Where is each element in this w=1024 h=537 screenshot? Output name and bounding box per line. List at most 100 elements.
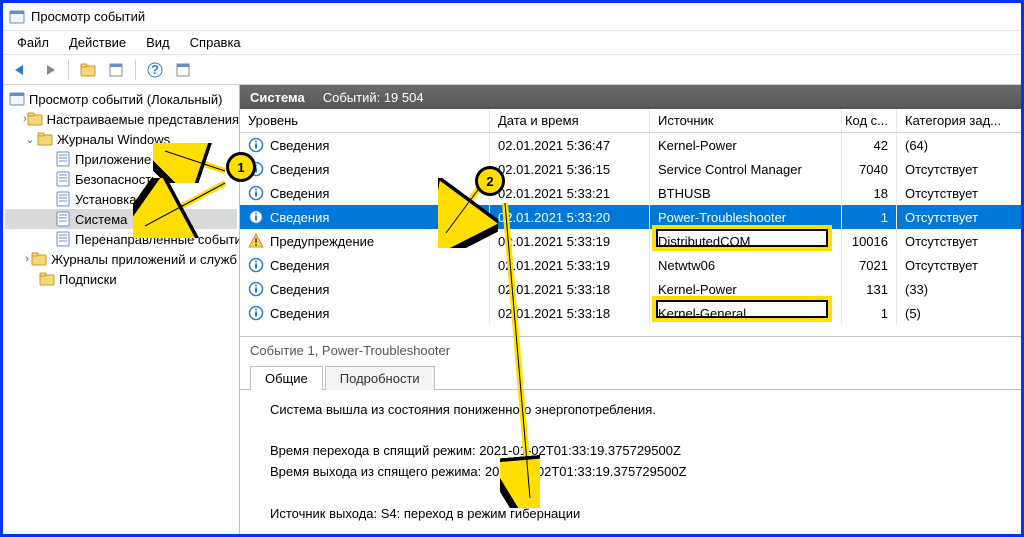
cell-category: Отсутствует xyxy=(897,181,1021,205)
expand-icon[interactable]: › xyxy=(23,253,31,265)
info-icon xyxy=(248,281,264,297)
tree-app-services[interactable]: › Журналы приложений и служб xyxy=(5,249,237,269)
menu-action[interactable]: Действие xyxy=(59,33,136,52)
level-text: Сведения xyxy=(270,138,329,153)
collapse-icon[interactable]: ⌄ xyxy=(23,133,37,146)
folder-icon xyxy=(39,271,55,287)
tree-label: Приложение xyxy=(75,152,151,167)
col-level[interactable]: Уровень xyxy=(240,109,490,132)
cell-source: Netwtw06 xyxy=(650,253,842,277)
tree-label: Журналы приложений и служб xyxy=(51,252,237,267)
cell-date: 02.01.2021 5:36:47 xyxy=(490,133,650,157)
event-row[interactable]: Предупреждение02.01.2021 5:33:19Distribu… xyxy=(240,229,1021,253)
tree-label: Перенаправленные события xyxy=(75,232,240,247)
tree-label: Подписки xyxy=(59,272,117,287)
level-text: Сведения xyxy=(270,306,329,321)
menu-file[interactable]: Файл xyxy=(7,33,59,52)
workarea: Просмотр событий (Локальный) › Настраива… xyxy=(3,85,1021,534)
info-icon xyxy=(248,305,264,321)
content-pane: Система Событий: 19 504 Уровень Дата и в… xyxy=(240,85,1021,534)
tree-system[interactable]: Система xyxy=(5,209,237,229)
event-list[interactable]: Сведения02.01.2021 5:36:47Kernel-Power42… xyxy=(240,133,1021,336)
cell-code: 7040 xyxy=(842,157,897,181)
tree-setup[interactable]: Установка xyxy=(5,189,237,209)
nav-tree[interactable]: Просмотр событий (Локальный) › Настраива… xyxy=(3,85,240,534)
detail-tabs: Общие Подробности xyxy=(240,364,1021,390)
cell-date: 02.01.2021 5:33:19 xyxy=(490,253,650,277)
cell-code: 131 xyxy=(842,277,897,301)
cell-category: Отсутствует xyxy=(897,157,1021,181)
event-row[interactable]: Сведения02.01.2021 5:33:20Power-Troubles… xyxy=(240,205,1021,229)
cell-code: 7021 xyxy=(842,253,897,277)
tree-label: Установка xyxy=(75,192,136,207)
tool-folder-button[interactable] xyxy=(76,58,100,82)
tree-root[interactable]: Просмотр событий (Локальный) xyxy=(5,89,237,109)
event-row[interactable]: Сведения02.01.2021 5:36:47Kernel-Power42… xyxy=(240,133,1021,157)
detail-pane: Событие 1, Power-Troubleshooter Общие По… xyxy=(240,336,1021,534)
tree-application[interactable]: Приложение xyxy=(5,149,237,169)
info-icon xyxy=(248,185,264,201)
col-source[interactable]: Источник xyxy=(650,109,842,132)
col-date[interactable]: Дата и время xyxy=(490,109,650,132)
cell-date: 02.01.2021 5:36:15 xyxy=(490,157,650,181)
cell-date: 02.01.2021 5:33:19 xyxy=(490,229,650,253)
col-category[interactable]: Категория зад... xyxy=(897,109,1021,132)
tool-props-button[interactable] xyxy=(104,58,128,82)
folder-icon xyxy=(27,111,43,127)
event-viewer-window: Просмотр событий Файл Действие Вид Справ… xyxy=(0,0,1024,537)
log-icon xyxy=(55,231,71,247)
level-text: Сведения xyxy=(270,186,329,201)
detail-line: Источник выхода: S4: переход в режим гиб… xyxy=(270,504,991,525)
titlebar: Просмотр событий xyxy=(3,3,1021,31)
tree-subscriptions[interactable]: Подписки xyxy=(5,269,237,289)
cell-level: Сведения xyxy=(240,205,490,229)
app-icon xyxy=(9,9,25,25)
cell-source: Service Control Manager xyxy=(650,157,842,181)
tab-details[interactable]: Подробности xyxy=(325,366,435,390)
event-count: Событий: 19 504 xyxy=(323,90,424,105)
event-viewer-icon xyxy=(9,91,25,107)
event-row[interactable]: Сведения02.01.2021 5:36:15Service Contro… xyxy=(240,157,1021,181)
warn-icon xyxy=(248,233,264,249)
detail-line: Система вышла из состояния пониженного э… xyxy=(270,400,991,421)
cell-source: DistributedCOM xyxy=(650,229,842,253)
cell-source: BTHUSB xyxy=(650,181,842,205)
tree-security[interactable]: Безопасность xyxy=(5,169,237,189)
tree-windows-logs[interactable]: ⌄ Журналы Windows xyxy=(5,129,237,149)
col-code[interactable]: Код с... xyxy=(842,109,897,132)
info-icon xyxy=(248,137,264,153)
tree-label: Безопасность xyxy=(75,172,158,187)
menubar: Файл Действие Вид Справка xyxy=(3,31,1021,55)
forward-button[interactable] xyxy=(37,58,61,82)
event-row[interactable]: Сведения02.01.2021 5:33:19Netwtw067021От… xyxy=(240,253,1021,277)
menu-view[interactable]: Вид xyxy=(136,33,180,52)
callout-2: 2 xyxy=(475,166,505,196)
toolbar-separator xyxy=(135,60,136,80)
cell-source: Kernel-General xyxy=(650,301,842,325)
back-button[interactable] xyxy=(9,58,33,82)
level-text: Сведения xyxy=(270,258,329,273)
event-row[interactable]: Сведения02.01.2021 5:33:18Kernel-General… xyxy=(240,301,1021,325)
cell-date: 02.01.2021 5:33:21 xyxy=(490,181,650,205)
cell-level: Сведения xyxy=(240,301,490,325)
cell-category: Отсутствует xyxy=(897,205,1021,229)
tab-general[interactable]: Общие xyxy=(250,366,323,390)
tool-pane-button[interactable] xyxy=(171,58,195,82)
cell-code: 42 xyxy=(842,133,897,157)
list-title: Система xyxy=(250,90,305,105)
help-button[interactable] xyxy=(143,58,167,82)
column-headers: Уровень Дата и время Источник Код с... К… xyxy=(240,109,1021,133)
event-row[interactable]: Сведения02.01.2021 5:33:18Kernel-Power13… xyxy=(240,277,1021,301)
tree-custom-views[interactable]: › Настраиваемые представления xyxy=(5,109,237,129)
event-row[interactable]: Сведения02.01.2021 5:33:21BTHUSB18Отсутс… xyxy=(240,181,1021,205)
tree-label: Журналы Windows xyxy=(57,132,170,147)
level-text: Сведения xyxy=(270,210,329,225)
tree-forwarded[interactable]: Перенаправленные события xyxy=(5,229,237,249)
list-header-bar: Система Событий: 19 504 xyxy=(240,85,1021,109)
cell-level: Предупреждение xyxy=(240,229,490,253)
menu-help[interactable]: Справка xyxy=(180,33,251,52)
log-icon xyxy=(55,151,71,167)
cell-level: Сведения xyxy=(240,277,490,301)
callout-1: 1 xyxy=(226,152,256,182)
tree-root-label: Просмотр событий (Локальный) xyxy=(29,92,223,107)
